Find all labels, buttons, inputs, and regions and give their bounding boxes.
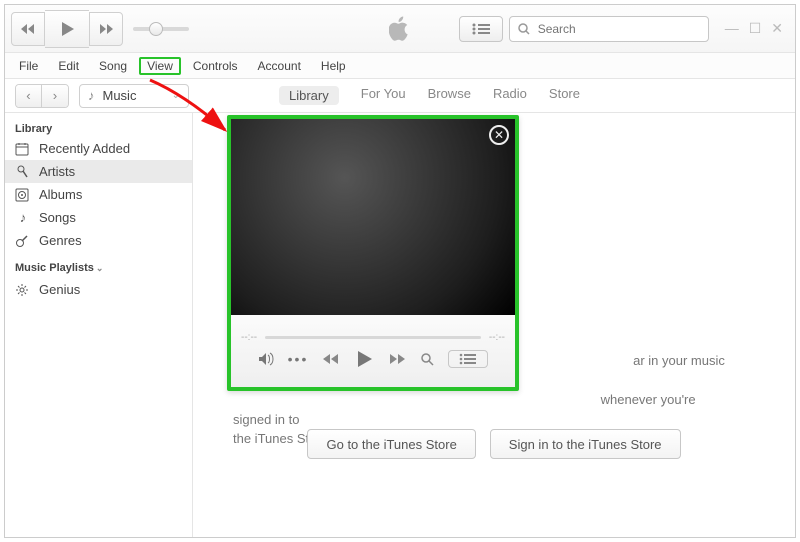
- note-icon: ♪: [15, 210, 31, 225]
- menu-view[interactable]: View: [139, 57, 181, 75]
- sidebar-item-songs[interactable]: ♪ Songs: [5, 206, 192, 229]
- go-to-store-button[interactable]: Go to the iTunes Store: [307, 429, 475, 459]
- play-button[interactable]: [45, 10, 89, 48]
- sidebar-header-playlists[interactable]: Music Playlists⌄: [5, 252, 192, 278]
- miniplayer-previous-button[interactable]: [322, 353, 340, 365]
- window-minimize-button[interactable]: —: [725, 20, 739, 37]
- miniplayer-close-button[interactable]: ✕: [489, 125, 509, 145]
- sidebar-item-label: Genres: [39, 233, 82, 248]
- guitar-icon: [15, 234, 31, 248]
- miniplayer-progress-bar[interactable]: [265, 336, 481, 339]
- miniplayer-search-icon[interactable]: [420, 352, 434, 366]
- miniplayer-more-icon[interactable]: •••: [288, 351, 309, 367]
- music-note-icon: ♪: [88, 88, 95, 103]
- apple-logo-icon: [389, 16, 411, 42]
- search-field[interactable]: [536, 21, 700, 37]
- menu-controls[interactable]: Controls: [185, 57, 246, 75]
- sidebar-item-label: Songs: [39, 210, 76, 225]
- miniplayer-window[interactable]: ✕ --:-- --:-- •••: [227, 115, 519, 391]
- tab-for-you[interactable]: For You: [361, 86, 406, 105]
- menu-edit[interactable]: Edit: [50, 57, 87, 75]
- media-type-label: Music: [103, 88, 137, 103]
- chevron-updown-icon: ⌄: [172, 90, 180, 101]
- previous-button[interactable]: [11, 12, 45, 46]
- sidebar-item-recently-added[interactable]: Recently Added: [5, 137, 192, 160]
- miniplayer-time-elapsed: --:--: [241, 332, 257, 343]
- media-type-select[interactable]: ♪ Music ⌄: [79, 84, 189, 108]
- volume-knob[interactable]: [149, 22, 163, 36]
- nav-forward-button[interactable]: ›: [42, 85, 68, 107]
- tab-radio[interactable]: Radio: [493, 86, 527, 105]
- nav-back-button[interactable]: ‹: [16, 85, 42, 107]
- miniplayer-time-remaining: --:--: [489, 332, 505, 343]
- miniplayer-up-next-button[interactable]: [448, 350, 488, 368]
- sign-in-store-button[interactable]: Sign in to the iTunes Store: [490, 429, 681, 459]
- menu-help[interactable]: Help: [313, 57, 354, 75]
- menu-song[interactable]: Song: [91, 57, 135, 75]
- sidebar-item-artists[interactable]: Artists: [5, 160, 192, 183]
- search-input[interactable]: [509, 16, 709, 42]
- miniplayer-next-button[interactable]: [388, 353, 406, 365]
- window-maximize-button[interactable]: ☐: [749, 20, 762, 37]
- search-icon: [518, 23, 530, 35]
- tab-library[interactable]: Library: [279, 86, 339, 105]
- sidebar-item-genres[interactable]: Genres: [5, 229, 192, 252]
- menu-file[interactable]: File: [11, 57, 46, 75]
- sidebar-item-albums[interactable]: Albums: [5, 183, 192, 206]
- sidebar-item-label: Artists: [39, 164, 75, 179]
- window-close-button[interactable]: ✕: [771, 20, 783, 37]
- sidebar-item-label: Genius: [39, 282, 80, 297]
- sidebar-item-label: Albums: [39, 187, 82, 202]
- miniplayer-play-button[interactable]: [354, 349, 374, 369]
- sidebar-header-library: Library: [5, 119, 192, 137]
- miniplayer-artwork: ✕: [231, 119, 515, 315]
- chevron-down-icon: ⌄: [96, 263, 104, 273]
- up-next-button[interactable]: [459, 16, 503, 42]
- menu-account[interactable]: Account: [250, 57, 309, 75]
- tab-store[interactable]: Store: [549, 86, 580, 105]
- genius-icon: [15, 283, 31, 297]
- next-button[interactable]: [89, 12, 123, 46]
- volume-slider[interactable]: [133, 27, 189, 31]
- sidebar-item-genius[interactable]: Genius: [5, 278, 192, 301]
- miniplayer-volume-icon[interactable]: [258, 352, 274, 366]
- sidebar-item-label: Recently Added: [39, 141, 130, 156]
- album-icon: [15, 188, 31, 202]
- tab-browse[interactable]: Browse: [428, 86, 471, 105]
- calendar-icon: [15, 142, 31, 156]
- microphone-icon: [15, 165, 31, 179]
